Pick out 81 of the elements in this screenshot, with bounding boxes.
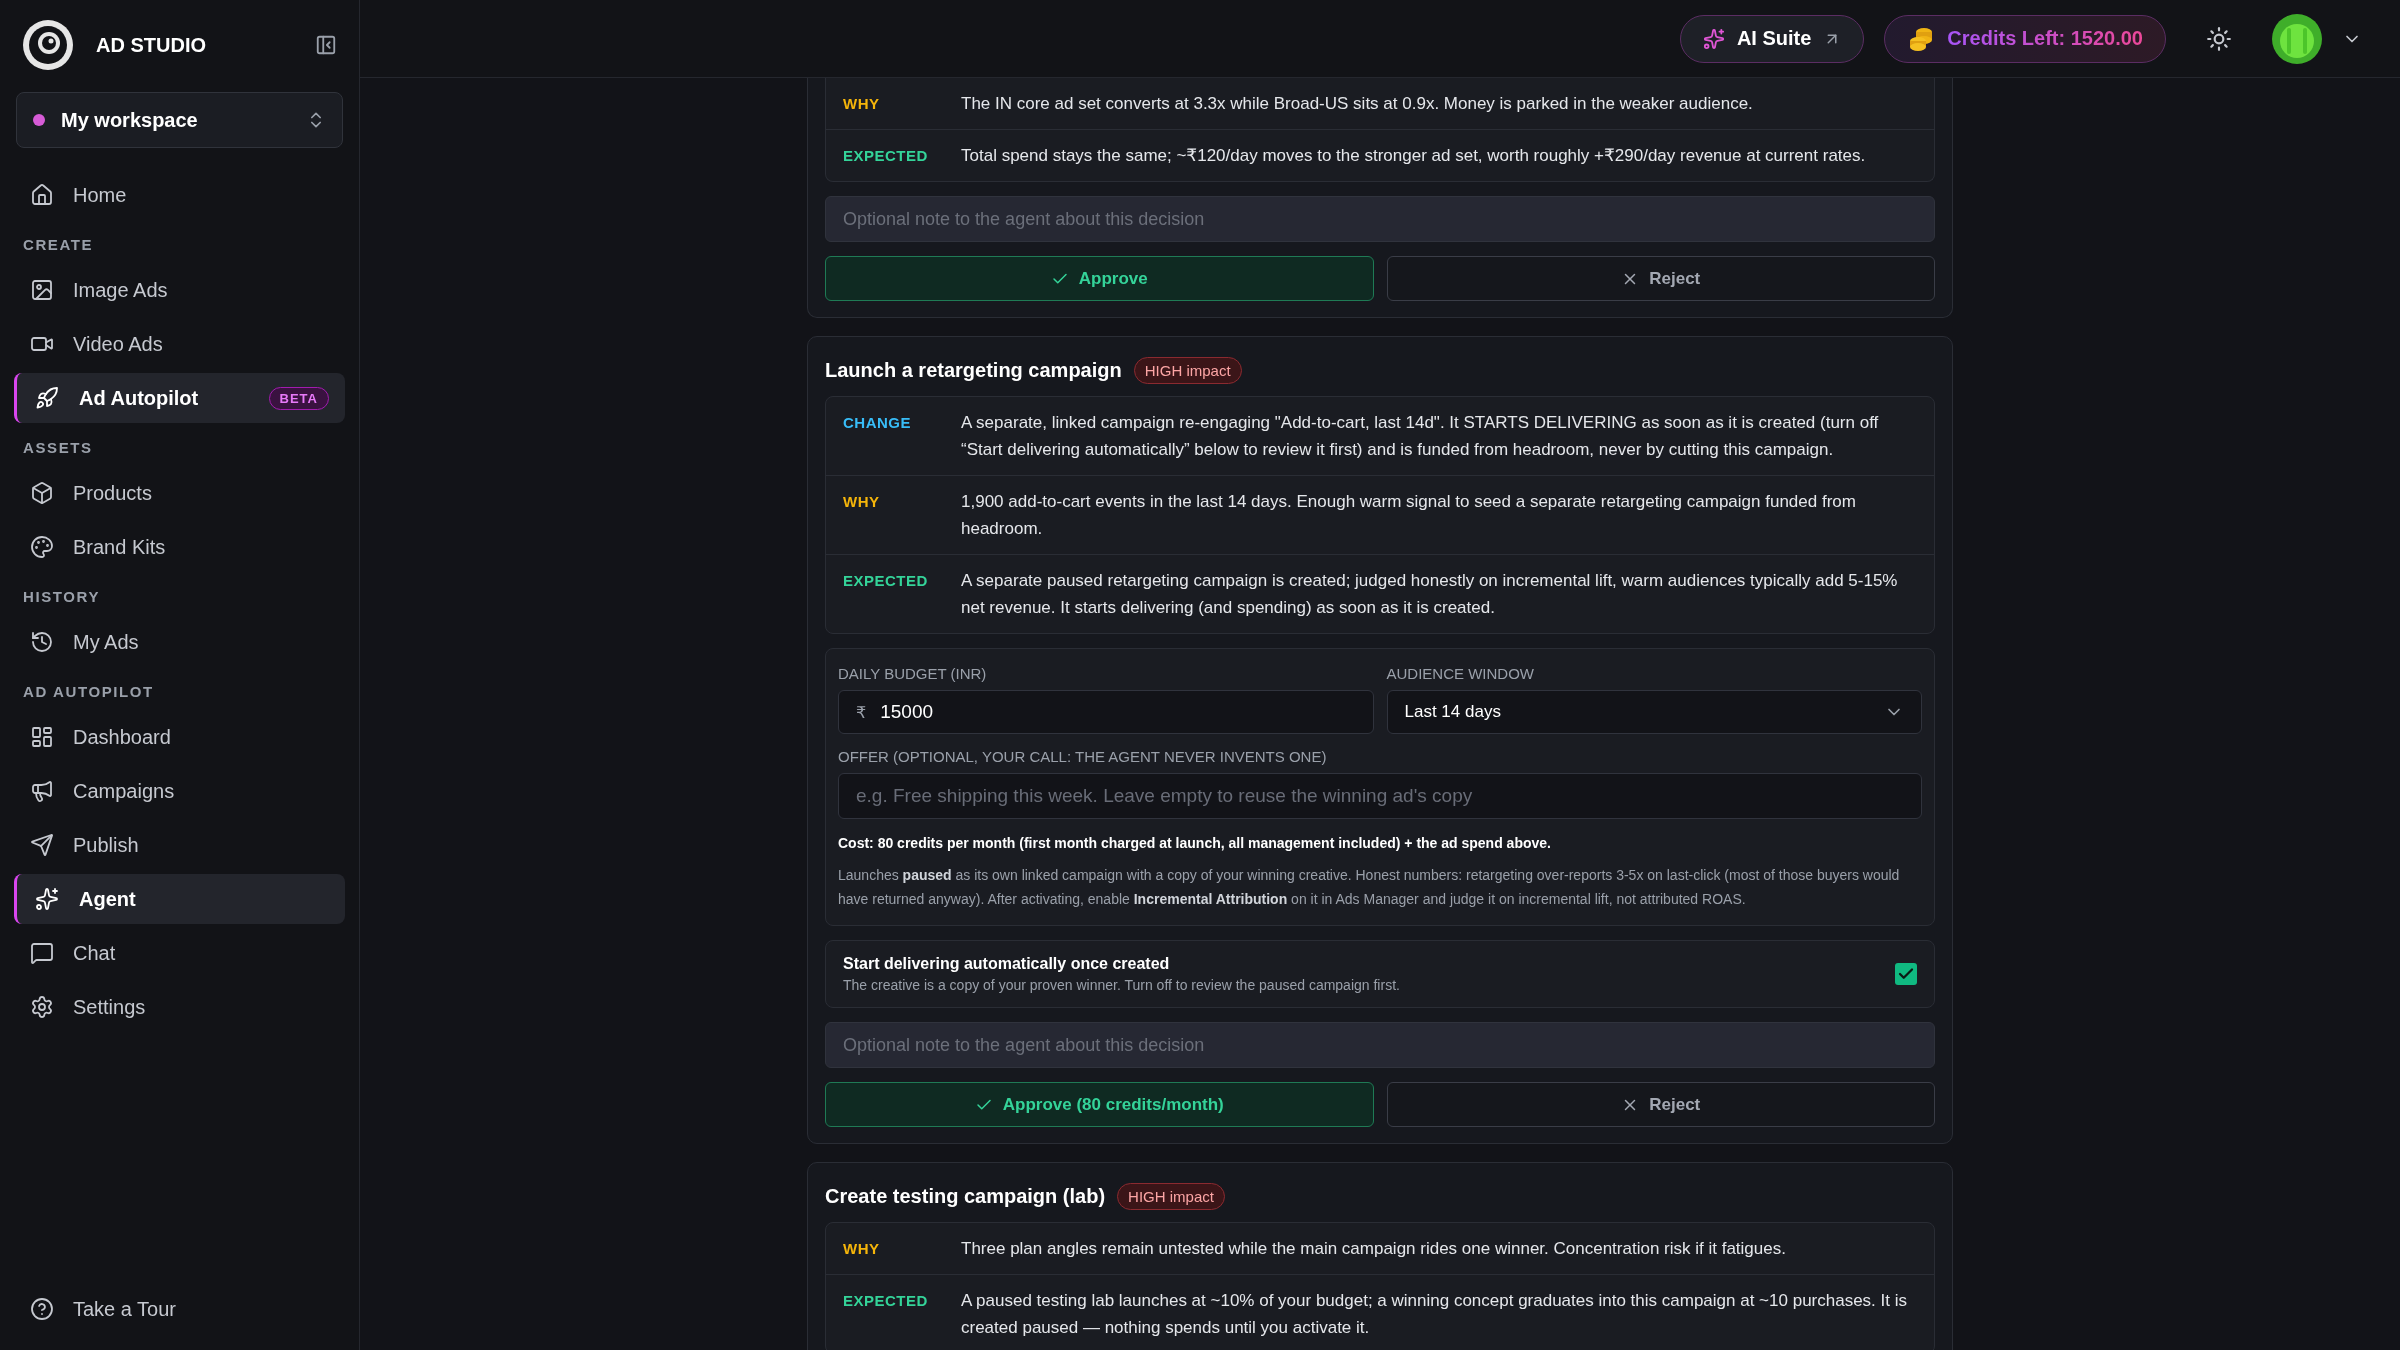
decision-title: Launch a retargeting campaign	[825, 359, 1122, 382]
palette-icon	[30, 535, 54, 559]
row-label: EXPECTED	[843, 146, 929, 166]
row-text: A separate paused retargeting campaign is created; judged honestly on incremental lift, warm audiences typically add 5-15% net revenue. It starts delivering (and spending) as soon as it is created.	[961, 570, 1899, 619]
row-label: EXPECTED	[843, 1291, 929, 1311]
row-text: The IN core ad set converts at 3.3x while Broad-US sits at 0.9x. Money is parked in the weaker audience.	[961, 93, 1753, 115]
option-title: Start delivering automatically once created	[843, 955, 1171, 973]
sidebar-item[interactable]: Campaigns	[14, 764, 345, 818]
sidebar-item[interactable]: Agent	[14, 874, 345, 924]
field-label: AUDIENCE WINDOW	[1386, 665, 1535, 682]
decision-title: Create testing campaign (lab)	[825, 1185, 1106, 1208]
cost-text: Cost: 80 credits per month (first month charged at launch, all management included) + the ad spend above.	[838, 835, 1552, 851]
beta-badge: BETA	[268, 386, 329, 410]
sidebar-item[interactable]: Chat	[14, 926, 345, 980]
home-icon	[30, 183, 54, 207]
sidebar-item[interactable]: Publish	[14, 818, 345, 872]
row-text: A paused testing lab launches at ~10% of your budget; a winning concept graduates into this campaign at ~10 purchases. It is created paused — nothing spends until you activate it.	[961, 1290, 1908, 1339]
workspace-selector[interactable]: My workspace	[16, 92, 343, 148]
impact-badge: HIGH impact	[1117, 1183, 1225, 1210]
row-label: WHY	[843, 492, 881, 512]
sidebar-item[interactable]: My Ads	[14, 615, 345, 669]
history-icon	[30, 630, 54, 654]
sidebar-item[interactable]: Dashboard	[14, 710, 345, 764]
settings-icon	[30, 995, 54, 1019]
row-text: Total spend stays the same; ~₹120/day moves to the stronger ad set, worth roughly +₹290/day revenue at current rates.	[961, 145, 1866, 167]
sidebar-item[interactable]: Home	[14, 168, 345, 222]
reject-button[interactable]: Reject	[1386, 1082, 1935, 1127]
workspace-dot	[33, 114, 45, 126]
megaphone-icon	[30, 779, 54, 803]
row-label: EXPECTED	[843, 571, 929, 591]
checkbox[interactable]	[1895, 963, 1917, 985]
rocket-icon	[35, 386, 59, 410]
audience-select[interactable]: Last 14 days	[1386, 690, 1922, 734]
row-label: CHANGE	[843, 413, 912, 433]
row-label: WHY	[843, 1239, 881, 1259]
row-text: A separate, linked campaign re-engaging "Add-to-cart, last 14d". It STARTS DELIVERING as soon as it is created (turn off “Start delivering automatically” below to review it first) and is funded from headroom, never by cutting this campaign.	[961, 412, 1880, 461]
theme-toggle-button[interactable]	[2206, 25, 2232, 52]
sidebar-item[interactable]: Settings	[14, 980, 345, 1034]
sun-icon	[2206, 25, 2232, 52]
section-title: CREATE	[22, 235, 95, 255]
grid-icon	[30, 725, 54, 749]
sidebar-item[interactable]: Video Ads	[14, 317, 345, 371]
tour-link[interactable]: Take a Tour	[14, 1282, 345, 1336]
logo-icon	[22, 19, 74, 71]
option-description: The creative is a copy of your proven winner. Turn off to review the paused campaign first.	[843, 977, 1401, 993]
ai-suite-button[interactable]: AI Suite	[1679, 14, 1865, 63]
section-title: HISTORY	[22, 587, 102, 607]
sparkles-icon	[1702, 27, 1725, 50]
collapse-sidebar-icon[interactable]	[315, 34, 337, 56]
chat-bubble-icon	[30, 941, 54, 965]
field-label: DAILY BUDGET (INR)	[838, 665, 988, 682]
info-text: Launches paused as its own linked campaign with a copy of your winning creative. Honest numbers: retargeting over-reports 3-5x on last-click (most of those buyers would have returned anyway). After activating, enable Incremental Attribution on it in Ads Manager and judge it on incremental lift, not attributed ROAS.	[838, 866, 1901, 909]
currency-prefix: ₹	[856, 702, 867, 722]
budget-input[interactable]: 15000	[880, 701, 1356, 723]
sidebar-panel-icon	[315, 34, 337, 56]
sidebar-item[interactable]: Brand Kits	[14, 520, 345, 574]
brand-name: AD STUDIO	[96, 33, 207, 57]
reject-button[interactable]: Reject	[1386, 256, 1935, 301]
note-field[interactable]: Optional note to the agent about this decision	[825, 196, 1935, 242]
credits-button[interactable]: Credits Left: 1520.00	[1884, 14, 2166, 63]
approve-button[interactable]: Approve	[825, 256, 1374, 301]
avatar[interactable]	[2272, 13, 2322, 64]
box-icon	[30, 481, 54, 505]
sidebar-item[interactable]: Image Ads	[14, 263, 345, 317]
sidebar-item[interactable]: Ad Autopilot BETA	[14, 373, 345, 423]
row-label: WHY	[843, 94, 881, 114]
send-icon	[30, 833, 54, 857]
field-label: OFFER (OPTIONAL, YOUR CALL: THE AGENT NEVER INVENTS ONE)	[838, 748, 1328, 765]
note-field[interactable]: Optional note to the agent about this decision	[825, 1022, 1935, 1068]
impact-badge: HIGH impact	[1133, 357, 1242, 384]
section-title: AD AUTOPILOT	[22, 682, 155, 702]
row-text: 1,900 add-to-cart events in the last 14 days. Enough warm signal to seed a separate retargeting campaign funded from headroom.	[961, 491, 1857, 540]
budget-field[interactable]: ₹ 15000	[838, 690, 1374, 734]
image-icon	[30, 278, 54, 302]
section-title: ASSETS	[22, 438, 94, 458]
offer-field[interactable]: e.g. Free shipping this week. Leave empty to reuse the winning ad's copy	[838, 773, 1922, 819]
sparkles-icon	[35, 887, 59, 911]
approve-button[interactable]: Approve (80 credits/month)	[825, 1082, 1374, 1127]
sidebar-item[interactable]: Products	[14, 466, 345, 520]
row-text: Three plan angles remain untested while the main campaign rides one winner. Concentration risk if it fatigues.	[961, 1238, 1786, 1260]
help-icon	[30, 1297, 54, 1321]
